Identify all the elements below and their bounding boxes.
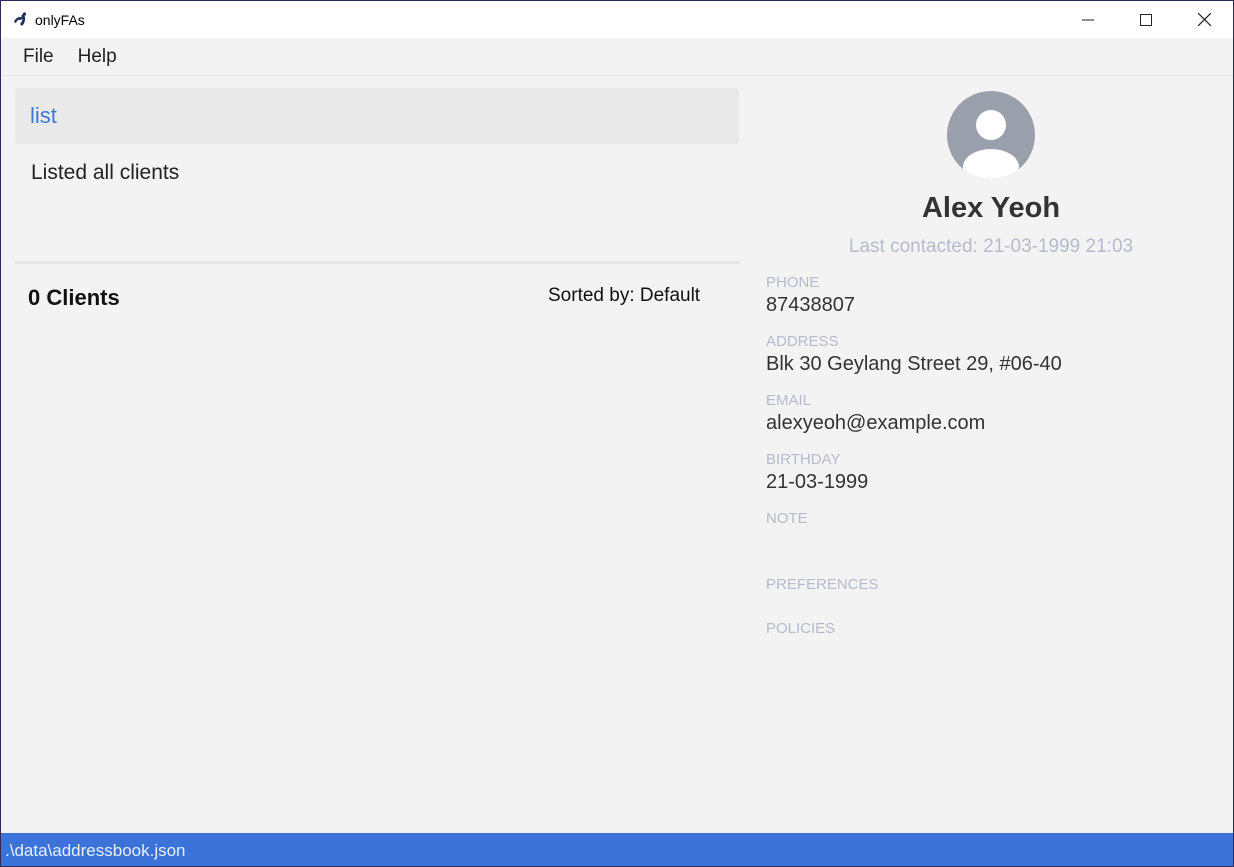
minimize-button[interactable] — [1059, 1, 1117, 38]
panel-divider[interactable] — [15, 261, 739, 264]
email-value: alexyeoh@example.com — [766, 412, 986, 434]
maximize-button[interactable] — [1117, 1, 1175, 38]
close-icon — [1197, 13, 1211, 26]
command-input[interactable]: list — [15, 88, 739, 144]
client-count: 0 Clients — [28, 285, 120, 310]
person-name: Alex Yeoh — [921, 192, 1061, 224]
menu-file[interactable]: File — [11, 46, 66, 68]
policies-label: POLICIES — [766, 620, 836, 637]
note-label: NOTE — [766, 510, 808, 527]
window-title: onlyFAs — [35, 11, 85, 28]
phone-value: 87438807 — [766, 294, 855, 316]
menu-bar: File Help — [1, 38, 1233, 76]
close-button[interactable] — [1175, 1, 1233, 38]
maximize-icon — [1140, 13, 1152, 26]
birthday-label: BIRTHDAY — [766, 451, 841, 468]
app-window: onlyFAs File Help list Listed all client… — [0, 0, 1234, 867]
sort-indicator: Sorted by: Default — [548, 285, 701, 306]
app-logo-icon — [14, 11, 27, 26]
minimize-icon — [1082, 19, 1094, 20]
preferences-label: PREFERENCES — [766, 576, 879, 593]
menu-help[interactable]: Help — [66, 46, 129, 68]
person-detail-panel: Alex Yeoh Last contacted: 21-03-1999 21:… — [766, 88, 1216, 688]
address-value: Blk 30 Geylang Street 29, #06-40 — [766, 353, 1062, 375]
window-controls — [1059, 1, 1233, 38]
last-contacted: Last contacted: 21-03-1999 21:03 — [848, 236, 1134, 257]
title-bar[interactable]: onlyFAs — [1, 1, 1233, 38]
result-display: Listed all clients — [31, 161, 180, 184]
phone-label: PHONE — [766, 274, 820, 291]
birthday-value: 21-03-1999 — [766, 471, 869, 493]
avatar — [947, 91, 1035, 179]
data-file-path: .\data\addressbook.json — [5, 840, 186, 860]
command-input-value: list — [30, 103, 57, 128]
address-label: ADDRESS — [766, 333, 839, 350]
status-bar: .\data\addressbook.json — [1, 833, 1233, 866]
email-label: EMAIL — [766, 392, 812, 409]
